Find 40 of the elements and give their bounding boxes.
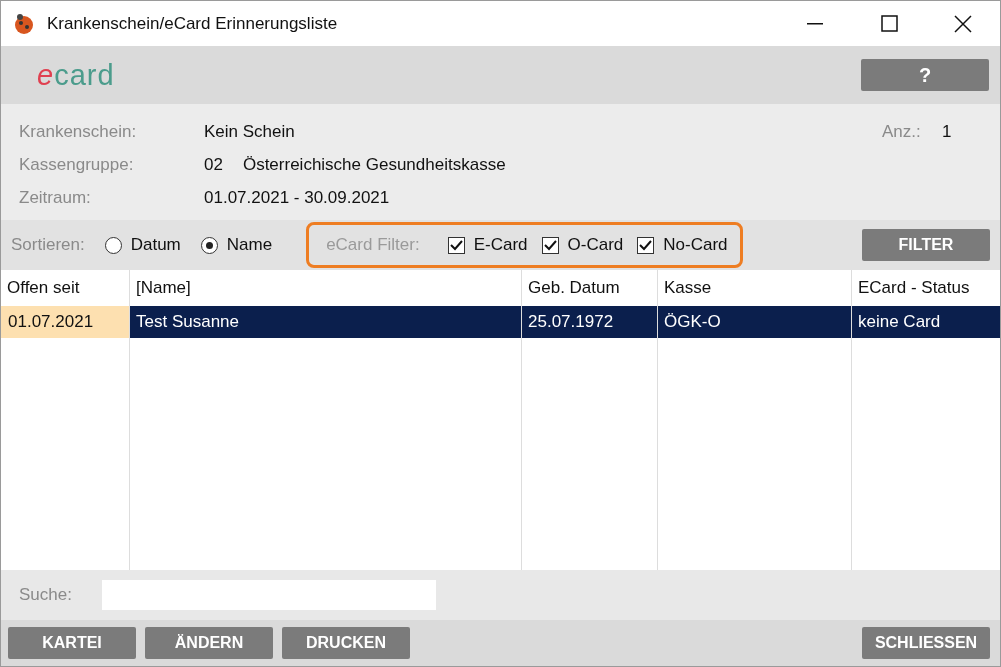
table-cell[interactable]: 25.07.1972 [521,306,657,338]
action-button[interactable]: KARTEI [8,627,136,659]
filter-label: eCard Filter: [326,235,420,255]
count-value: 1 [942,122,953,142]
field-value: Kein Schein [204,122,296,142]
checkbox-label[interactable]: O-Card [567,235,624,255]
action-button[interactable]: ÄNDERN [145,627,273,659]
field-label: Krankenschein: [19,122,138,142]
checkbox-label[interactable]: E-Card [473,235,528,255]
table-cell[interactable]: 01.07.2021 [1,306,129,338]
search-label: Suche: [19,585,72,605]
maximize-icon[interactable] [880,15,898,32]
field-value: 01.07.2021 - 30.09.2021 [204,188,391,208]
radio-label[interactable]: Datum [130,235,181,255]
radio-button[interactable] [200,236,218,254]
checkbox-label[interactable]: No-Card [663,235,728,255]
close-icon[interactable] [954,14,972,33]
action-button[interactable]: DRUCKEN [282,627,410,659]
sort-label: Sortieren: [11,235,85,255]
table-cell[interactable]: ÖGK-O [657,306,851,338]
checkbox[interactable] [447,236,465,254]
column-header[interactable]: Offen seit [1,270,129,306]
field-label: Kassengruppe: [19,155,135,175]
checkbox[interactable] [637,236,655,254]
radio-label[interactable]: Name [226,235,273,255]
table-cell[interactable]: Test Susanne [129,306,521,338]
help-button[interactable]: ? [861,59,989,91]
minimize-icon[interactable] [807,22,823,25]
checkbox[interactable] [541,236,559,254]
window-title: Krankenschein/eCard Erinnerungsliste [47,13,339,34]
field-value: Österreichische Gesundheitskasse [242,155,506,175]
filter-button[interactable]: FILTER [862,229,990,261]
ladybug-icon [13,12,35,35]
table-cell[interactable]: keine Card [851,306,1000,338]
radio-button[interactable] [104,236,122,254]
count-label: Anz.: [882,122,922,142]
field-label: Zeitraum: [19,188,92,208]
ecard-logo: ecard [37,58,115,92]
field-value: 02 [204,155,223,175]
close-button[interactable]: SCHLIESSEN [862,627,990,659]
